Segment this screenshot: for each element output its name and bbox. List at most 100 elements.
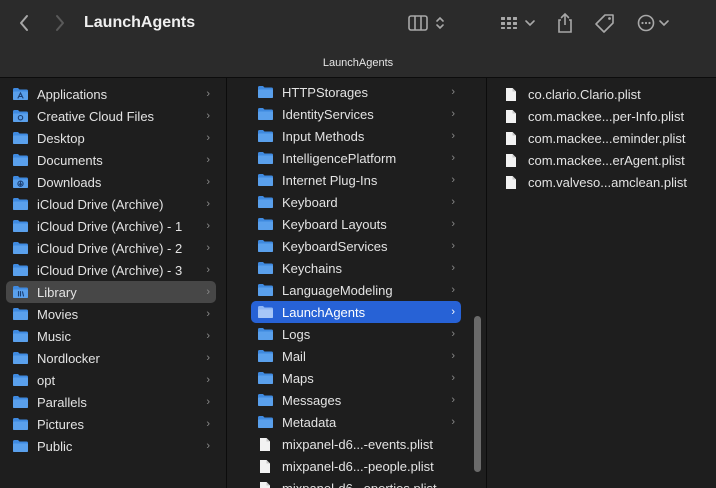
back-button[interactable] [14, 10, 34, 36]
list-item[interactable]: HTTPStorages › [251, 81, 461, 103]
item-label: Movies [37, 306, 79, 322]
chevron-right-icon: › [206, 308, 210, 320]
list-item[interactable]: com.valveso...amclean.plist [501, 171, 711, 193]
folder-icon [258, 328, 273, 340]
list-item[interactable]: iCloud Drive (Archive) - 2 › [6, 237, 216, 259]
list-item[interactable]: Keyboard › [251, 191, 461, 213]
folder-cloud-icon [13, 110, 28, 122]
list-item[interactable]: IdentityServices › [251, 103, 461, 125]
list-item[interactable]: iCloud Drive (Archive) - 3 › [6, 259, 216, 281]
folder-icon [258, 350, 273, 362]
column-home[interactable]: Applications › Creative Cloud Files › Deskto… [0, 78, 226, 488]
item-label: iCloud Drive (Archive) - 2 [37, 240, 183, 256]
item-label: LaunchAgents [282, 304, 366, 320]
list-item[interactable]: Library › [6, 281, 216, 303]
list-item[interactable]: com.mackee...erAgent.plist [501, 149, 711, 171]
folder-icon [258, 86, 273, 98]
list-item[interactable]: mixpanel-d6...operties.plist [251, 477, 461, 488]
chevron-right-icon: › [451, 284, 455, 296]
chevron-right-icon: › [206, 220, 210, 232]
list-item[interactable]: mixpanel-d6...-events.plist [251, 433, 461, 455]
chevron-right-icon: › [206, 176, 210, 188]
item-label: Creative Cloud Files [37, 108, 155, 124]
item-label: Internet Plug-Ins [282, 172, 378, 188]
list-item[interactable]: Desktop › [6, 127, 216, 149]
folder-icon [258, 394, 273, 406]
item-label: Logs [282, 326, 311, 342]
chevron-right-icon: › [451, 262, 455, 274]
list-item[interactable]: Keychains › [251, 257, 461, 279]
document-icon [506, 153, 516, 167]
column-launchagents[interactable]: co.clario.Clario.plist com.mackee...per-I… [487, 78, 716, 488]
folder-icon [258, 306, 273, 318]
list-item[interactable]: Downloads › [6, 171, 216, 193]
list-item[interactable]: IntelligencePlatform › [251, 147, 461, 169]
list-item[interactable]: iCloud Drive (Archive) › [6, 193, 216, 215]
list-item[interactable]: Nordlocker › [6, 347, 216, 369]
list-item[interactable]: co.clario.Clario.plist [501, 83, 711, 105]
folder-icon [13, 220, 28, 232]
list-item[interactable]: Music › [6, 325, 216, 347]
list-item[interactable]: Documents › [6, 149, 216, 171]
list-item[interactable]: mixpanel-d6...-people.plist [251, 455, 461, 477]
list-item[interactable]: com.mackee...per-Info.plist [501, 105, 711, 127]
column-library[interactable]: HTTPStorages › IdentityServices › Input Meth… [227, 78, 486, 488]
item-label: IntelligencePlatform [282, 150, 397, 166]
list-item[interactable]: Parallels › [6, 391, 216, 413]
folder-icon [258, 152, 273, 164]
list-item[interactable]: iCloud Drive (Archive) - 1 › [6, 215, 216, 237]
list-item[interactable]: Mail › [251, 345, 461, 367]
list-item[interactable]: Input Methods › [251, 125, 461, 147]
list-item[interactable]: Logs › [251, 323, 461, 345]
folder-icon [258, 174, 273, 186]
group-button[interactable] [498, 10, 538, 36]
folder-icon [13, 396, 28, 408]
folder-apps-icon [13, 88, 28, 100]
chevron-right-icon: › [206, 374, 210, 386]
list-item[interactable]: Messages › [251, 389, 461, 411]
forward-button[interactable] [50, 10, 70, 36]
list-item[interactable]: Creative Cloud Files › [6, 105, 216, 127]
chevron-right-icon: › [451, 130, 455, 142]
view-mode-button[interactable] [406, 10, 450, 36]
item-label: Keyboard [282, 194, 338, 210]
more-actions-button[interactable] [636, 10, 672, 36]
folder-icon [258, 240, 273, 252]
chevron-right-icon: › [451, 196, 455, 208]
folder-icon [258, 218, 273, 230]
list-item[interactable]: KeyboardServices › [251, 235, 461, 257]
list-item[interactable]: Pictures › [6, 413, 216, 435]
folder-icon [13, 132, 28, 144]
column-divider[interactable] [226, 78, 227, 488]
folder-icon [258, 372, 273, 384]
window-title: LaunchAgents [84, 14, 196, 31]
folder-icon [13, 264, 28, 276]
chevron-right-icon [56, 15, 64, 31]
column-browser: Applications › Creative Cloud Files › Deskto… [0, 78, 716, 488]
list-item[interactable]: LanguageModeling › [251, 279, 461, 301]
column-library-scrollbar[interactable] [474, 316, 481, 472]
list-item[interactable]: Maps › [251, 367, 461, 389]
list-item[interactable]: Movies › [6, 303, 216, 325]
list-item[interactable]: LaunchAgents › [251, 301, 461, 323]
chevron-right-icon: › [451, 372, 455, 384]
list-item[interactable]: Metadata › [251, 411, 461, 433]
path-title: LaunchAgents [322, 57, 394, 69]
list-item[interactable]: com.mackee...eminder.plist [501, 127, 711, 149]
share-button[interactable] [554, 10, 576, 36]
list-item[interactable]: opt › [6, 369, 216, 391]
chevron-right-icon: › [451, 108, 455, 120]
item-label: LanguageModeling [282, 282, 393, 298]
list-item[interactable]: Applications › [6, 83, 216, 105]
item-label: Maps [282, 370, 314, 386]
tag-button[interactable] [593, 10, 617, 36]
chevron-right-icon: › [206, 242, 210, 254]
chevron-right-icon: › [451, 86, 455, 98]
list-item[interactable]: Public › [6, 435, 216, 457]
list-item[interactable]: Internet Plug-Ins › [251, 169, 461, 191]
item-label: iCloud Drive (Archive) - 3 [37, 262, 183, 278]
folder-icon [13, 242, 28, 254]
chevron-right-icon: › [451, 328, 455, 340]
list-item[interactable]: Keyboard Layouts › [251, 213, 461, 235]
column-divider[interactable] [486, 78, 487, 488]
